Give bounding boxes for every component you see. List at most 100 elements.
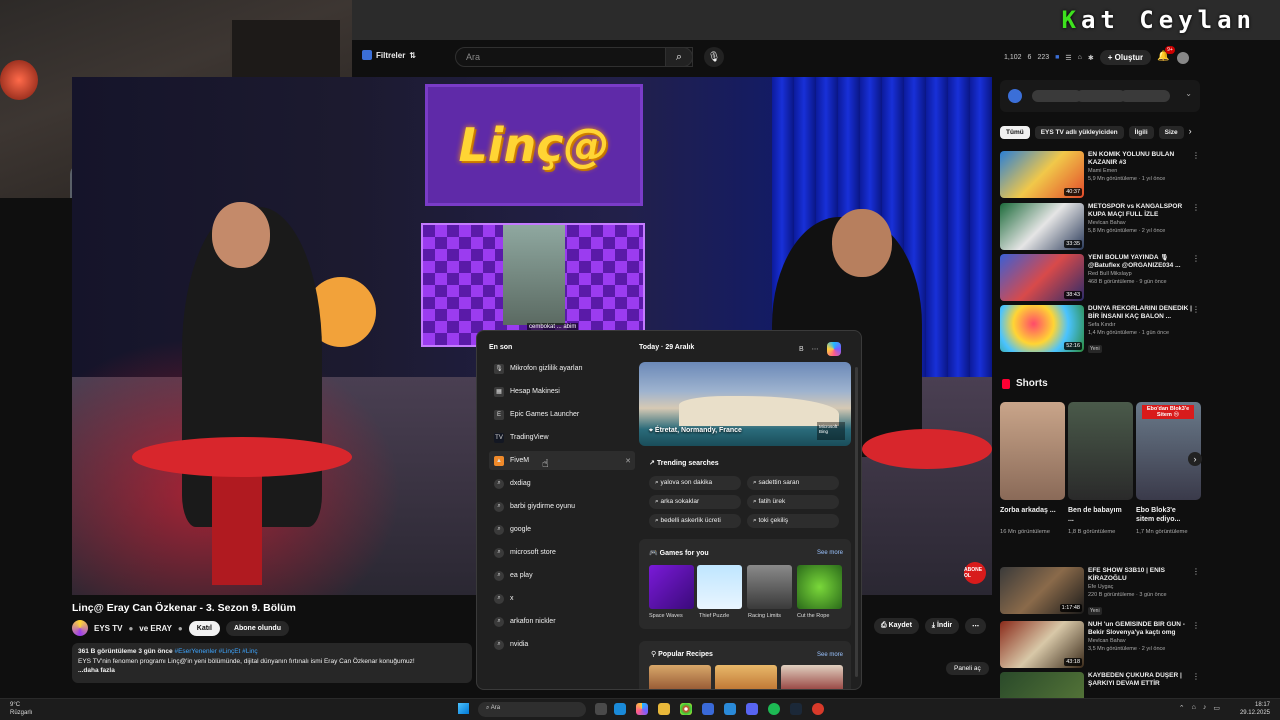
desc-tags[interactable]: #EserYenenler #LinçEt #Linç (174, 648, 257, 655)
recommended-video[interactable]: 40:37 EN KOMİK YOLUNU BULAN KAZANIR #3 M… (1000, 151, 1200, 199)
profile-letter[interactable]: B (799, 346, 804, 353)
weather-widget[interactable]: 9°C Rüzgarlı (10, 701, 32, 717)
kebab-menu-icon[interactable]: ⋮ (1192, 672, 1200, 681)
chrome-icon[interactable] (680, 703, 692, 715)
recommended-video[interactable]: 33:35 METOSPOR vs KANGALSPOR KUPA MAÇI F… (1000, 203, 1200, 251)
chip-related[interactable]: İlgili (1128, 126, 1154, 139)
avatar[interactable] (1177, 51, 1190, 64)
recommended-video[interactable]: 38:43 YENİ BÖLÜM YAYINDA 🎙 @Batuflex @OR… (1000, 254, 1200, 302)
recent-item[interactable]: ⌕ ea play (489, 566, 635, 585)
desc-more[interactable]: ...daha fazla (78, 666, 466, 676)
recent-item[interactable]: ⌕ nvidia (489, 635, 635, 654)
description-box[interactable]: 361 B görüntüleme 3 gün önce #EserYenenl… (72, 643, 472, 683)
channel-name[interactable]: EYS TV (94, 624, 122, 633)
join-button[interactable]: Katıl (188, 620, 220, 636)
cast-icon[interactable]: ⌂ (1078, 54, 1082, 61)
voice-search-button[interactable]: 🎙 (704, 47, 724, 67)
search-input[interactable]: Ara (455, 47, 693, 67)
recipe-tile[interactable] (715, 665, 777, 689)
kebab-menu-icon[interactable]: ⋮ (1192, 567, 1200, 576)
clock[interactable]: 18:17 29.12.2025 (1240, 701, 1270, 717)
download-button[interactable]: ⤓ İndir (924, 618, 960, 634)
gear-icon[interactable]: ✱ (1088, 54, 1094, 62)
chip-all[interactable]: Tümü (1000, 126, 1030, 139)
subscribed-button[interactable]: Abone olundu (225, 620, 289, 636)
chip-uploader[interactable]: EYS TV adlı yükleyiciden (1034, 126, 1124, 139)
record-icon[interactable] (812, 703, 824, 715)
recent-item[interactable]: ⌕ barbi giydirme oyunu (489, 497, 635, 516)
trending-search[interactable]: ⌕ bedelli askerlik ücreti (649, 514, 741, 528)
short-title[interactable]: Ebo Blok3'e sitem ediyo... (1136, 506, 1196, 524)
game-tile[interactable] (797, 565, 842, 609)
recent-item[interactable]: ⌕ dxdiag (489, 474, 635, 493)
recipes-see-more[interactable]: See more (817, 652, 843, 658)
recent-item[interactable]: ⌕ arkafon nickler (489, 612, 635, 631)
subscribe-watermark[interactable]: ABONE OL (964, 562, 986, 584)
taskbar-search-input[interactable]: ⌕ Ara (478, 702, 586, 717)
recent-item[interactable]: 🎙 Mikrofon gizlilik ayarları (489, 359, 635, 378)
short-title[interactable]: Zorba arkadaş ... (1000, 506, 1060, 515)
kebab-menu-icon[interactable]: ⋮ (1192, 621, 1200, 630)
recent-item[interactable]: TV TradingView (489, 428, 635, 447)
short-thumbnail[interactable] (1068, 402, 1133, 500)
games-see-more[interactable]: See more (817, 550, 843, 556)
mail-icon[interactable] (724, 703, 736, 715)
queue-icon[interactable]: ☰ (1065, 54, 1071, 62)
chevron-up-icon[interactable]: ⌃ (1179, 704, 1185, 712)
kebab-menu-icon[interactable]: ⋮ (1192, 203, 1200, 212)
chat-bar[interactable]: ⌄ (1000, 80, 1200, 112)
chevron-down-icon[interactable]: ⌄ (1185, 89, 1192, 98)
trending-search[interactable]: ⌕ toki çekiliş (747, 514, 839, 528)
channel-avatar[interactable] (72, 620, 88, 636)
kebab-menu-icon[interactable]: ⋮ (1192, 305, 1200, 314)
short-thumbnail[interactable]: Ebo'dan Blok3'e Sitem 😢 (1136, 402, 1201, 500)
spotify-icon[interactable] (768, 703, 780, 715)
save-button[interactable]: ⎙ Kaydet (874, 618, 919, 634)
windows-start-icon[interactable] (458, 703, 469, 714)
chevron-right-icon[interactable]: › (1189, 126, 1192, 139)
search-button[interactable]: ⌕ (665, 47, 693, 67)
game-tile[interactable] (697, 565, 742, 609)
recent-item[interactable]: ▦ Hesap Makinesi (489, 382, 635, 401)
short-thumbnail[interactable] (1000, 402, 1065, 500)
trending-search[interactable]: ⌕ fatih ürek (747, 495, 839, 509)
game-tile[interactable] (649, 565, 694, 609)
trending-search[interactable]: ⌕ yalova son dakika (649, 476, 741, 490)
extension-icon[interactable]: ■ (1055, 54, 1059, 61)
discord-icon[interactable] (746, 703, 758, 715)
volume-icon[interactable]: ♪ (1203, 704, 1207, 712)
kebab-menu-icon[interactable]: ⋮ (1192, 254, 1200, 263)
scrollbar[interactable] (855, 367, 858, 677)
chip-for-you[interactable]: Size (1158, 126, 1184, 139)
channel-suffix[interactable]: ve ERAY (139, 624, 172, 633)
trending-search[interactable]: ⌕ arka sokaklar (649, 495, 741, 509)
recipe-tile[interactable] (781, 665, 843, 689)
more-actions-button[interactable]: ⋯ (965, 618, 987, 634)
battery-icon[interactable]: ▭ (1213, 704, 1220, 712)
more-icon[interactable]: ⋯ (812, 345, 819, 353)
trending-search[interactable]: ⌕ sadettin saran (747, 476, 839, 490)
short-title[interactable]: Ben de babayım ... (1068, 506, 1128, 524)
steam-icon[interactable] (790, 703, 802, 715)
bing-hero-image[interactable]: ⌖ Étretat, Normandy, France Microsoft Bi… (639, 362, 851, 446)
game-tile[interactable] (747, 565, 792, 609)
remove-icon[interactable]: ✕ (625, 457, 631, 465)
recommended-video[interactable]: KAYBEDEN ÇUKURA DÜŞER | ŞARKIYI DEVAM ET… (1000, 672, 1200, 698)
filters-button[interactable]: Filtreler ⇅ (362, 50, 416, 60)
recent-item[interactable]: E Epic Games Launcher (489, 405, 635, 424)
recommended-video[interactable]: 43:18 NUH 'un GEMİSİNDE BİR GÜN - Bekir … (1000, 621, 1200, 669)
create-button[interactable]: + Oluştur (1099, 50, 1152, 65)
kebab-menu-icon[interactable]: ⋮ (1192, 151, 1200, 160)
store-icon[interactable] (702, 703, 714, 715)
file-explorer-icon[interactable] (658, 703, 670, 715)
edge-icon[interactable] (614, 703, 626, 715)
recipe-tile[interactable] (649, 665, 711, 689)
notification-bell-icon[interactable]: 🔔 9+ (1157, 45, 1175, 65)
network-icon[interactable]: ⌂ (1192, 704, 1196, 712)
open-panel-button[interactable]: Paneli aç (946, 662, 989, 675)
recent-item[interactable]: ⌕ x (489, 589, 635, 608)
recommended-video[interactable]: 1:17:48 EFE SHOW S3B10 | ENİS KİRAZOĞLU … (1000, 567, 1200, 615)
shorts-next-icon[interactable]: › (1188, 452, 1202, 466)
recent-item[interactable]: ▲ FiveM ✕ (489, 451, 635, 470)
copilot-icon[interactable] (826, 342, 841, 356)
